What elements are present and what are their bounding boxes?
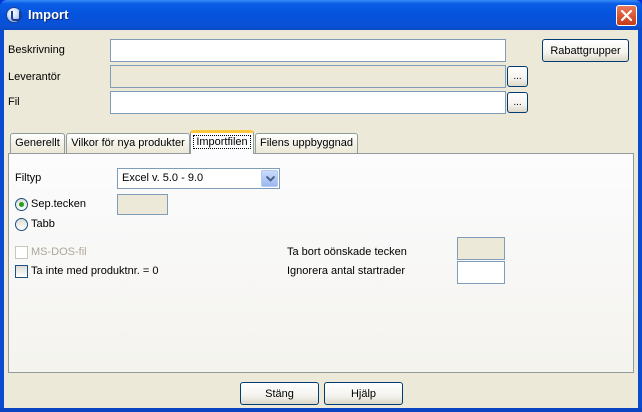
ta-inte-med-checkbox[interactable] <box>15 265 28 278</box>
ignorera-field[interactable] <box>457 261 505 284</box>
filtyp-select[interactable]: Excel v. 5.0 - 9.0 <box>117 168 280 189</box>
title-bar[interactable]: Import <box>0 0 642 30</box>
ta-inte-med-label: Ta inte med produktnr. = 0 <box>31 265 159 277</box>
tab-vilkor[interactable]: Vilkor för nya produkter <box>66 133 190 153</box>
dialog-client-area: Beskrivning Leverantör ... Fil ... Rabat… <box>4 30 638 408</box>
import-window: Import Beskrivning Leverantör ... Fil ..… <box>0 0 642 412</box>
chevron-down-icon[interactable] <box>261 170 278 187</box>
fil-browse-button[interactable]: ... <box>507 92 528 113</box>
window-title: Import <box>28 7 69 22</box>
tab-filens-uppbyggnad[interactable]: Filens uppbyggnad <box>255 133 358 153</box>
sep-tecken-field[interactable] <box>117 194 168 215</box>
tab-filens-uppbyggnad-label: Filens uppbyggnad <box>260 137 353 149</box>
ignorera-label: Ignorera antal startrader <box>287 265 406 277</box>
fil-label: Fil <box>8 96 20 108</box>
stang-button[interactable]: Stäng <box>240 382 319 405</box>
msdos-label: MS-DOS-fil <box>31 246 87 258</box>
leverantor-field[interactable] <box>110 65 506 88</box>
ta-bort-field[interactable] <box>457 237 505 260</box>
app-icon <box>6 7 22 23</box>
tab-vilkor-label: Vilkor för nya produkter <box>71 137 185 149</box>
fil-field[interactable] <box>110 91 506 114</box>
leverantor-label: Leverantör <box>8 71 61 83</box>
sep-tecken-radio[interactable] <box>15 198 28 211</box>
rabattgrupper-button[interactable]: Rabattgrupper <box>542 39 629 62</box>
tab-generellt-label: Generellt <box>15 137 60 149</box>
tab-importfilen[interactable]: Importfilen <box>190 130 254 154</box>
beskrivning-label: Beskrivning <box>8 44 65 56</box>
beskrivning-field[interactable] <box>110 39 506 62</box>
close-button[interactable] <box>616 5 637 26</box>
tab-importfilen-label: Importfilen <box>193 135 251 149</box>
importfilen-panel: Filtyp Excel v. 5.0 - 9.0 Sep.tecken Tab… <box>8 153 634 373</box>
ta-bort-label: Ta bort oönskade tecken <box>287 246 407 258</box>
msdos-checkbox[interactable] <box>15 246 28 259</box>
filtyp-label: Filtyp <box>15 172 42 184</box>
filtyp-value: Excel v. 5.0 - 9.0 <box>122 172 204 184</box>
window-frame-bottom <box>0 408 642 412</box>
window-frame-right <box>638 30 642 412</box>
hjalp-button[interactable]: Hjälp <box>324 382 403 405</box>
sep-tecken-label: Sep.tecken <box>31 198 87 210</box>
tab-generellt[interactable]: Generellt <box>10 133 65 153</box>
tabb-radio[interactable] <box>15 218 28 231</box>
leverantor-browse-button[interactable]: ... <box>507 66 528 87</box>
tabb-label: Tabb <box>31 218 55 230</box>
